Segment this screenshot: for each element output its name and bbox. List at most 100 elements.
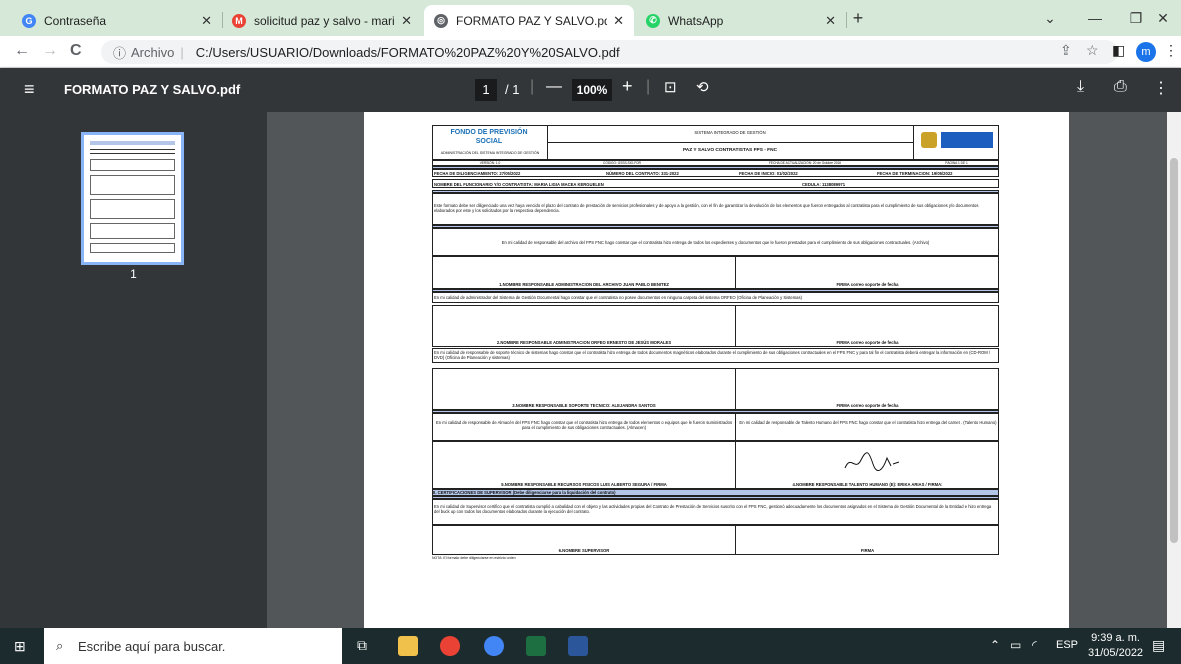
scrollbar-thumb[interactable] <box>1170 158 1178 543</box>
close-icon[interactable]: ✕ <box>401 13 412 29</box>
tab-gmail[interactable]: M solicitud paz y salvo - marialigiar ✕ <box>222 5 422 36</box>
firma-label: FIRMA <box>860 547 875 553</box>
tray-chevron-icon[interactable]: ⌃ <box>990 638 1000 652</box>
print-icon[interactable]: ⎙ <box>1114 78 1127 96</box>
chrome-icon[interactable] <box>440 636 460 656</box>
search-placeholder: Escribe aquí para buscar. <box>78 638 226 654</box>
cert-header: II. CERTIFICACIONES DE SUPERVISOR (Debe … <box>432 489 999 496</box>
excel-icon[interactable] <box>526 636 546 656</box>
intro-text: Este formato debe ser diligenciado una v… <box>432 193 999 225</box>
tab-title: FORMATO PAZ Y SALVO.pdf <box>456 13 608 28</box>
signature-row-5: 6.NOMBRE SUPERVISOR FIRMA <box>432 525 999 555</box>
pdf-viewer[interactable]: FONDO DE PREVISIÓN SOCIAL ADMINISTRACIÓN… <box>267 112 1181 628</box>
vertical-scrollbar[interactable] <box>1167 112 1181 628</box>
search-icon: ⌕ <box>56 638 64 653</box>
sig3-label: 3.NOMBRE RESPONSABLE SOPORTE TECNICO: AL… <box>512 402 656 408</box>
system-label: SISTEMA INTEGRADO DE GESTIÓN <box>694 130 766 135</box>
signature-row-2: 2.NOMBRE RESPONSABLE ADMINISTRACION ORFE… <box>432 305 999 347</box>
start-date: FECHA DE INICIO: 01/02/2022 <box>739 171 798 176</box>
code: CÓDIGO: GSSS-SIG-FOR <box>603 161 641 165</box>
browser-toolbar: ← → C ⓘ Archivo | C:/Users/USUARIO/Downl… <box>0 36 1181 68</box>
hamburger-menu-icon[interactable]: ≡ <box>24 79 35 100</box>
thumb-line <box>90 153 175 154</box>
th-text: En mi calidad de responsable de Talento … <box>739 420 997 425</box>
signature-row-3: 3.NOMBRE RESPONSABLE SOPORTE TECNICO: AL… <box>432 368 999 410</box>
bookmark-star-icon[interactable]: ☆ <box>1086 42 1099 59</box>
close-window-button[interactable]: ✕ <box>1143 6 1181 30</box>
avatar[interactable]: m <box>1136 42 1156 62</box>
thumb-block <box>90 243 175 253</box>
firma-label: FIRMA correo soporte de fecha <box>836 339 899 345</box>
thumb-block <box>90 159 175 171</box>
fit-page-icon[interactable]: ⊡ <box>664 78 677 96</box>
firma-label: FIRMA correo soporte de fecha <box>836 402 899 408</box>
close-icon[interactable]: ✕ <box>613 13 624 29</box>
zoom-level-input[interactable]: 100% <box>572 79 612 101</box>
pdf-page: FONDO DE PREVISIÓN SOCIAL ADMINISTRACIÓN… <box>364 112 1069 628</box>
download-icon[interactable]: ⤓ <box>1077 78 1084 96</box>
form-header: FONDO DE PREVISIÓN SOCIAL ADMINISTRACIÓN… <box>432 125 999 160</box>
sig6-label: 6.NOMBRE SUPERVISOR <box>558 547 610 553</box>
zoom-in-button[interactable]: + <box>622 76 633 97</box>
taskbar-search[interactable]: ⌕ Escribe aquí para buscar. <box>44 628 342 664</box>
zoom-out-button[interactable]: — <box>546 78 562 96</box>
file-explorer-icon[interactable] <box>398 636 418 656</box>
back-button[interactable]: ← <box>14 42 30 60</box>
thumbnail-page-label: 1 <box>130 267 137 281</box>
network-icon[interactable]: ◜ <box>1032 638 1037 652</box>
tab-whatsapp[interactable]: ✆ WhatsApp ✕ <box>636 5 846 36</box>
windows-start-icon[interactable]: ⊞ <box>14 638 26 655</box>
new-tab-button[interactable]: + <box>838 6 878 30</box>
share-icon[interactable]: ⇪ <box>1060 42 1072 59</box>
notifications-icon[interactable]: ▤ <box>1152 637 1165 654</box>
close-icon[interactable]: ✕ <box>825 13 836 29</box>
url-text: C:/Users/USUARIO/Downloads/FORMATO%20PAZ… <box>195 44 620 60</box>
minimize-button[interactable]: — <box>1075 6 1115 30</box>
cert-text: En mi calidad de Supervisor certifico qu… <box>432 499 999 525</box>
tab-contrasena[interactable]: G Contraseña ✕ <box>12 5 222 36</box>
contractor-name: NOMBRE DEL FUNCIONARIO Y/O CONTRATISTA: … <box>434 182 604 187</box>
divider <box>547 142 913 143</box>
more-options-icon[interactable]: ⋮ <box>1153 78 1169 98</box>
dates-row: FECHA DE DILIGENCIAMIENTO: 27/05/2022 NÚ… <box>432 169 999 177</box>
sig4-label: 5.NOMBRE RESPONSABLE RECURSOS FISICOS LU… <box>501 481 667 487</box>
orfeo-text: En mi calidad de administrador del Siste… <box>432 292 999 303</box>
signature-row-1: 1.NOMBRE RESPONSABLE ADMINISTRACION DEL … <box>432 256 999 289</box>
tech-text: En mi calidad de responsable de soporte … <box>432 348 999 363</box>
scheme-label: Archivo <box>131 44 175 60</box>
tab-pdf[interactable]: ◎ FORMATO PAZ Y SALVO.pdf ✕ <box>424 5 634 36</box>
info-icon[interactable]: ⓘ <box>113 43 126 62</box>
menu-icon[interactable]: ⋮ <box>1164 42 1178 59</box>
resource-text-row: En mi calidad de responsable de Almacén … <box>432 413 999 441</box>
close-icon[interactable]: ✕ <box>201 13 212 29</box>
version: VERSIÓN: 1.0 <box>479 161 501 165</box>
side-panel-icon[interactable]: ◧ <box>1112 42 1125 59</box>
forward-button[interactable]: → <box>42 42 58 60</box>
sig1-label: 1.NOMBRE RESPONSABLE ADMINISTRACION DEL … <box>499 281 669 287</box>
divider: | <box>646 78 651 95</box>
chevron-down-icon[interactable]: ⌄ <box>1030 6 1070 30</box>
page-total: / 1 <box>505 82 520 97</box>
thumbnail-sidebar: 1 <box>0 112 267 628</box>
thumb-line <box>90 149 175 150</box>
task-view-icon[interactable]: ⧉ <box>357 637 367 654</box>
divider <box>735 414 736 440</box>
page-thumbnail[interactable] <box>81 132 184 265</box>
reload-button[interactable]: C <box>70 42 82 60</box>
language-indicator[interactable]: ESP <box>1056 639 1078 651</box>
battery-icon[interactable]: ▭ <box>1010 638 1021 652</box>
divider: | <box>530 78 535 95</box>
clock[interactable]: 9:39 a. m. 31/05/2022 <box>1088 631 1143 661</box>
chrome-profile-icon[interactable] <box>484 636 504 656</box>
firma-label: FIRMA correo soporte de fecha <box>836 281 899 287</box>
tab-title: solicitud paz y salvo - marialigiar <box>254 13 395 28</box>
page-of: PÁGINA 1 DE 1 <box>945 161 968 165</box>
page-number-input[interactable]: 1 <box>475 79 497 101</box>
gmail-icon: M <box>232 13 246 28</box>
rotate-icon[interactable]: ⟲ <box>696 78 709 96</box>
word-icon[interactable] <box>568 636 588 656</box>
time: 9:39 a. m. <box>1091 632 1140 644</box>
form-title: PAZ Y SALVO CONTRATISTAS FPS - FNC <box>682 148 778 153</box>
org-sub: ADMINISTRACIÓN DEL SISTEMA INTEGRADO DE … <box>440 151 540 155</box>
address-bar[interactable]: ⓘ Archivo | C:/Users/USUARIO/Downloads/F… <box>101 40 1118 64</box>
